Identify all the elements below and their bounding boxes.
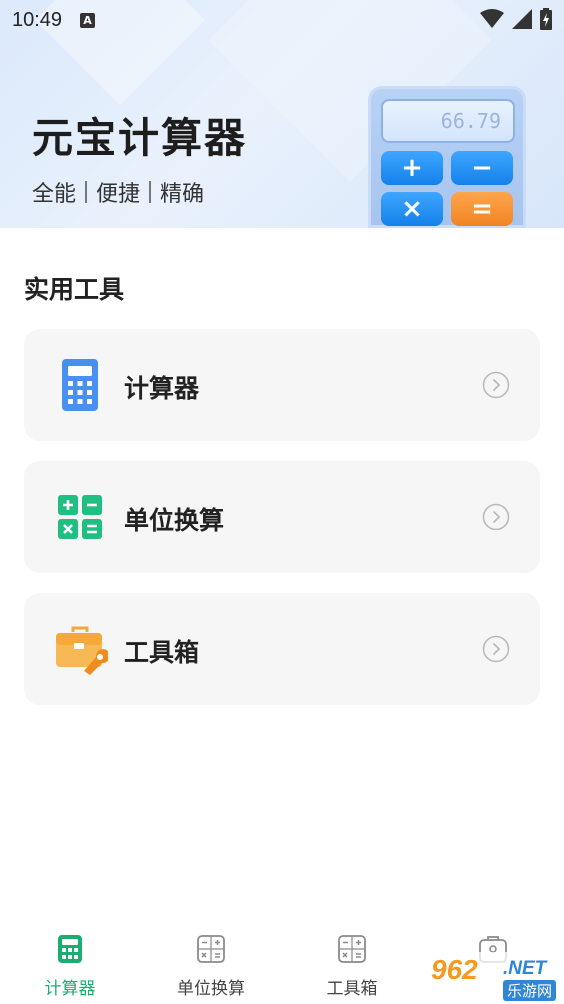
watermark-domain: .NET: [503, 958, 547, 979]
wifi-icon: [480, 9, 504, 28]
tool-card-unit-convert[interactable]: 单位换算: [24, 461, 540, 573]
status-time: 10:49: [12, 8, 63, 31]
battery-charging-icon: [540, 8, 552, 30]
watermark-site-name: 乐游网: [503, 980, 557, 1001]
tool-card-label: 计算器: [124, 374, 200, 403]
nav-label: 工具箱: [326, 979, 378, 999]
chevron-right-icon: [482, 635, 510, 663]
header-banner: 10:49 A 元宝计算器 全能 便捷 精确 66.79 + − × =: [0, 0, 564, 228]
site-watermark: 962 .NET 乐游网: [425, 952, 564, 1004]
illustration-display: 66.79: [381, 99, 515, 143]
tool-card-label: 单位换算: [124, 506, 225, 535]
tool-card-calculator[interactable]: 计算器: [24, 329, 540, 441]
subtitle-divider: [149, 181, 152, 203]
tool-card-toolbox[interactable]: 工具箱: [24, 593, 540, 705]
subtitle-part: 便捷: [96, 182, 141, 207]
illustration-plus-key: +: [381, 151, 443, 185]
toolbox-icon: [56, 623, 110, 675]
nav-item-toolbox[interactable]: 工具箱: [302, 934, 402, 999]
calculator-illustration: 66.79 + − × =: [368, 86, 526, 228]
nav-label: 计算器: [44, 979, 96, 999]
tool-card-label: 工具箱: [124, 638, 200, 667]
app-title: 元宝计算器: [32, 114, 247, 162]
unit-convert-icon: [56, 491, 104, 543]
nav-label: 单位换算: [177, 979, 245, 999]
illustration-equals-key: =: [451, 192, 513, 226]
illustration-multiply-key: ×: [381, 192, 443, 226]
calculator-icon: [56, 359, 104, 411]
illustration-minus-key: −: [451, 151, 513, 185]
toolbox-icon: [338, 935, 366, 963]
chevron-right-icon: [482, 371, 510, 399]
calculator-icon: [58, 935, 82, 963]
unit-convert-icon: [197, 935, 225, 963]
app-subtitle: 全能 便捷 精确: [32, 176, 204, 208]
nav-item-calculator[interactable]: 计算器: [20, 934, 120, 999]
subtitle-part: 精确: [160, 182, 205, 207]
status-bar: 10:49 A: [0, 0, 564, 40]
chevron-right-icon: [482, 503, 510, 531]
nav-item-unit-convert[interactable]: 单位换算: [161, 934, 261, 999]
signal-icon: [512, 9, 532, 29]
watermark-number: 962: [431, 954, 478, 985]
subtitle-part: 全能: [32, 182, 77, 207]
subtitle-divider: [85, 181, 88, 203]
notification-a-icon: A: [80, 12, 96, 28]
section-title: 实用工具: [24, 275, 125, 304]
